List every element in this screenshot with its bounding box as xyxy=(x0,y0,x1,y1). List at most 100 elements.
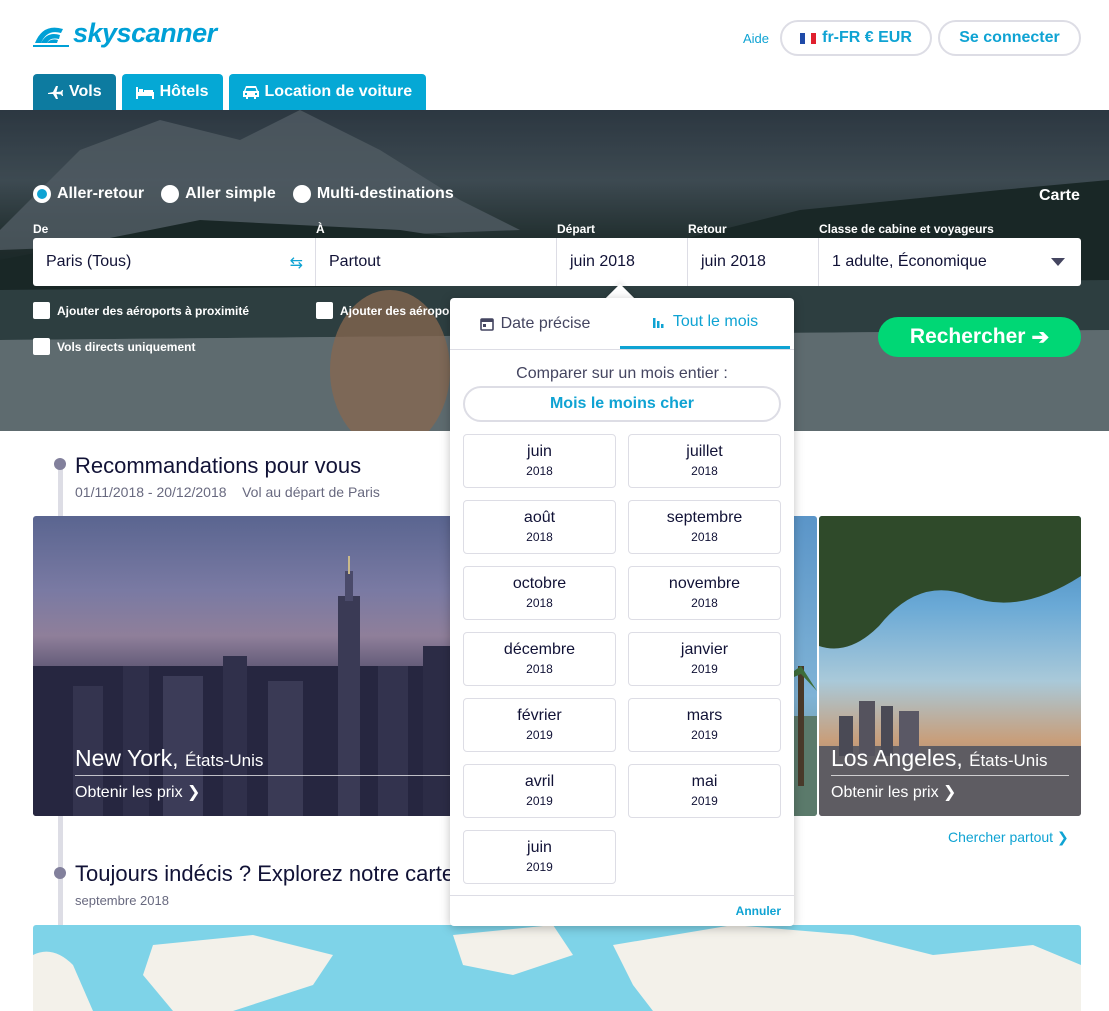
month-option[interactable]: novembre 2018 xyxy=(628,566,781,620)
explore-title: Toujours indécis ? Explorez notre carte xyxy=(75,861,455,886)
tab-car-hire[interactable]: Location de voiture xyxy=(228,74,427,110)
bar-chart-icon xyxy=(652,318,664,328)
city-name: Los Angeles, États-Unis xyxy=(831,745,1048,772)
month-option[interactable]: septembre 2018 xyxy=(628,500,781,554)
date-mode-tabs: Date précise Tout le mois xyxy=(450,298,794,350)
month-year: 2018 xyxy=(526,662,553,676)
depart-field[interactable]: juin 2018 xyxy=(557,238,688,286)
radio-multi-city[interactable]: Multi-destinations xyxy=(292,185,454,203)
car-icon xyxy=(242,86,259,99)
price-label: Obtenir les prix xyxy=(831,784,939,801)
help-link[interactable]: Aide xyxy=(743,31,769,46)
radio-label: Aller simple xyxy=(185,185,276,202)
destination-card-los-angeles[interactable]: Los Angeles, États-Unis Obtenir les prix… xyxy=(819,516,1081,816)
tab-flights[interactable]: Vols xyxy=(33,74,116,110)
month-option[interactable]: avril 2019 xyxy=(463,764,616,818)
from-label: De xyxy=(33,222,49,236)
month-option[interactable]: mai 2019 xyxy=(628,764,781,818)
from-value: Paris (Tous) xyxy=(46,253,132,270)
destination-card-new-york[interactable]: New York, États-Unis Obtenir les prix ❯ xyxy=(33,516,463,816)
month-option[interactable]: août 2018 xyxy=(463,500,616,554)
month-year: 2018 xyxy=(691,596,718,610)
month-name: septembre xyxy=(666,509,743,526)
checkbox-box xyxy=(33,338,50,355)
cabin-field[interactable]: 1 adulte, Économique xyxy=(819,238,1081,286)
checkbox-label: Vols directs uniquement xyxy=(57,339,196,354)
month-name: juillet xyxy=(686,443,723,460)
chevron-down-icon xyxy=(1051,258,1065,266)
radio-dot xyxy=(33,185,51,203)
return-field[interactable]: juin 2018 xyxy=(688,238,819,286)
checkbox-box xyxy=(316,302,333,319)
month-name: février xyxy=(517,707,562,724)
month-name: avril xyxy=(524,773,555,790)
direct-only-checkbox[interactable]: Vols directs uniquement xyxy=(33,338,195,355)
timeline-dot xyxy=(54,458,66,470)
month-option[interactable]: janvier 2019 xyxy=(628,632,781,686)
skyscanner-logo[interactable]: skyscanner xyxy=(33,18,217,49)
month-year: 2018 xyxy=(691,530,718,544)
month-name: mai xyxy=(691,773,718,790)
tab-whole-month[interactable]: Tout le mois xyxy=(620,298,790,349)
tab-label: Location de voiture xyxy=(264,83,413,100)
search-button[interactable]: Rechercher ➔ xyxy=(878,317,1081,357)
month-year: 2018 xyxy=(691,464,718,478)
month-year: 2019 xyxy=(691,794,718,808)
cheapest-month-button[interactable]: Mois le moins cher xyxy=(463,386,781,422)
explore-map[interactable] xyxy=(33,925,1081,1011)
tab-hotels[interactable]: Hôtels xyxy=(121,74,223,110)
month-option[interactable]: février 2019 xyxy=(463,698,616,752)
return-label: Retour xyxy=(688,222,727,236)
timeline-dot xyxy=(54,867,66,879)
to-field[interactable]: Partout xyxy=(316,238,557,286)
search-bar: Paris (Tous) ⇆ Partout juin 2018 juin 20… xyxy=(33,238,1081,286)
country-label: États-Unis xyxy=(184,751,264,770)
swap-icon[interactable]: ⇆ xyxy=(290,253,303,273)
cancel-button[interactable]: Annuler xyxy=(736,904,781,918)
link-label: Chercher partout xyxy=(948,829,1054,845)
month-option[interactable]: octobre 2018 xyxy=(463,566,616,620)
search-everywhere-link[interactable]: Chercher partout ❯ xyxy=(948,829,1069,846)
month-name: août xyxy=(523,509,556,526)
get-prices-link[interactable]: Obtenir les prix ❯ xyxy=(75,782,200,802)
radio-one-way[interactable]: Aller simple xyxy=(161,185,276,203)
france-flag-icon xyxy=(800,32,817,44)
depart-value: juin 2018 xyxy=(570,253,635,270)
month-year: 2019 xyxy=(691,728,718,742)
month-name: novembre xyxy=(668,575,741,592)
nearby-from-checkbox[interactable]: Ajouter des aéroports à proximité xyxy=(33,302,249,319)
locale-button[interactable]: fr-FR € EUR xyxy=(780,20,932,56)
divider xyxy=(831,775,1069,776)
depart-label: Départ xyxy=(557,222,596,236)
tab-exact-date[interactable]: Date précise xyxy=(450,298,620,349)
month-option[interactable]: juin 2019 xyxy=(463,830,616,884)
month-name: décembre xyxy=(503,641,576,658)
tab-label: Tout le mois xyxy=(672,313,759,330)
nearby-to-checkbox[interactable]: Ajouter des aéropor xyxy=(316,302,454,319)
sun-logo-icon xyxy=(33,27,69,47)
to-label: À xyxy=(316,222,325,236)
get-prices-link[interactable]: Obtenir les prix ❯ xyxy=(831,782,956,802)
to-value: Partout xyxy=(329,253,381,270)
city-label: New York, xyxy=(75,745,179,771)
month-option[interactable]: juin 2018 xyxy=(463,434,616,488)
radio-round-trip[interactable]: Aller-retour xyxy=(33,185,144,203)
month-year: 2019 xyxy=(526,728,553,742)
month-option[interactable]: mars 2019 xyxy=(628,698,781,752)
month-name: janvier xyxy=(680,641,729,658)
map-link[interactable]: Carte xyxy=(1039,187,1080,205)
popover-footer: Annuler xyxy=(450,895,794,926)
explore-subtitle: septembre 2018 xyxy=(75,893,169,908)
month-year: 2019 xyxy=(526,794,553,808)
date-picker-popover: Date précise Tout le mois Comparer sur u… xyxy=(450,298,794,926)
cabin-value: 1 adulte, Économique xyxy=(832,253,987,270)
month-option[interactable]: décembre 2018 xyxy=(463,632,616,686)
month-option[interactable]: juillet 2018 xyxy=(628,434,781,488)
login-button[interactable]: Se connecter xyxy=(938,20,1081,56)
calendar-icon xyxy=(479,317,494,331)
radio-dot xyxy=(161,185,180,203)
arrow-right-icon: ➔ xyxy=(1031,325,1050,349)
chevron-right-icon: ❯ xyxy=(187,784,201,801)
from-field[interactable]: Paris (Tous) ⇆ xyxy=(33,238,316,286)
city-label: Los Angeles, xyxy=(831,745,963,771)
